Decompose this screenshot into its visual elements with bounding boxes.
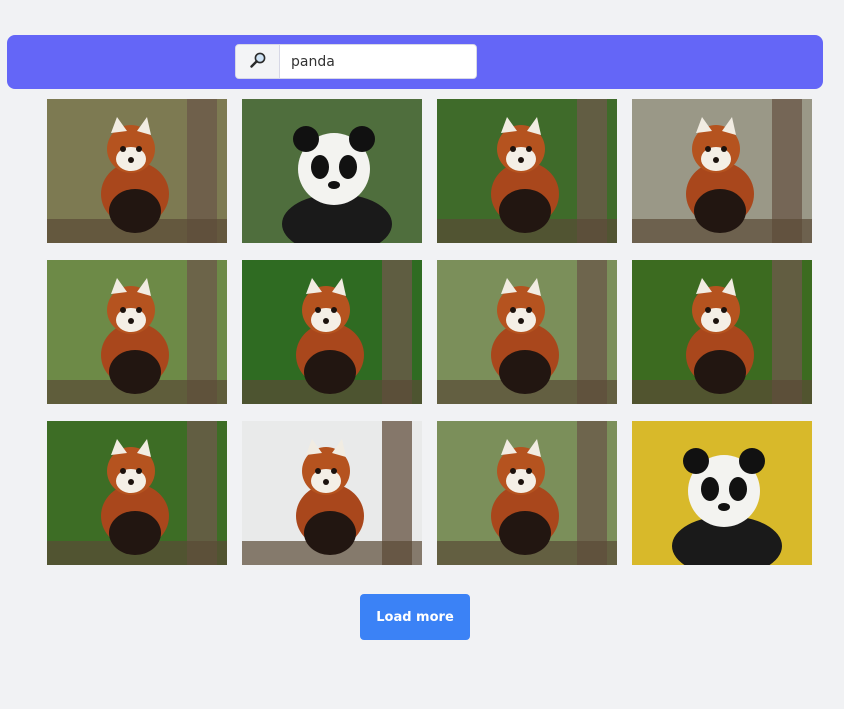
red-panda-photo (47, 260, 227, 404)
gallery-image[interactable] (632, 421, 812, 565)
red-panda-photo (47, 99, 227, 243)
gallery-image[interactable] (47, 421, 227, 565)
red-panda-photo (47, 421, 227, 565)
gallery-image[interactable] (632, 99, 812, 243)
gallery-image[interactable] (242, 260, 422, 404)
giant-panda-photo (242, 99, 422, 243)
gallery-image[interactable] (437, 421, 617, 565)
gallery-image[interactable] (632, 260, 812, 404)
red-panda-photo (242, 260, 422, 404)
gallery-image[interactable] (242, 421, 422, 565)
giant-panda-photo (632, 421, 812, 565)
red-panda-photo (437, 99, 617, 243)
gallery-image[interactable] (437, 99, 617, 243)
red-panda-photo (437, 421, 617, 565)
search-input[interactable] (280, 45, 476, 78)
red-panda-photo (437, 260, 617, 404)
red-panda-photo (242, 421, 422, 565)
gallery-image[interactable] (437, 260, 617, 404)
search-button[interactable] (236, 45, 280, 78)
red-panda-photo (632, 260, 812, 404)
gallery-image[interactable] (242, 99, 422, 243)
gallery-image[interactable] (47, 260, 227, 404)
search-form (235, 44, 477, 79)
red-panda-photo (632, 99, 812, 243)
load-more-button[interactable]: Load more (360, 594, 470, 640)
search-header (7, 35, 823, 89)
image-gallery (47, 99, 812, 565)
magnifier-icon (249, 51, 267, 72)
gallery-image[interactable] (47, 99, 227, 243)
